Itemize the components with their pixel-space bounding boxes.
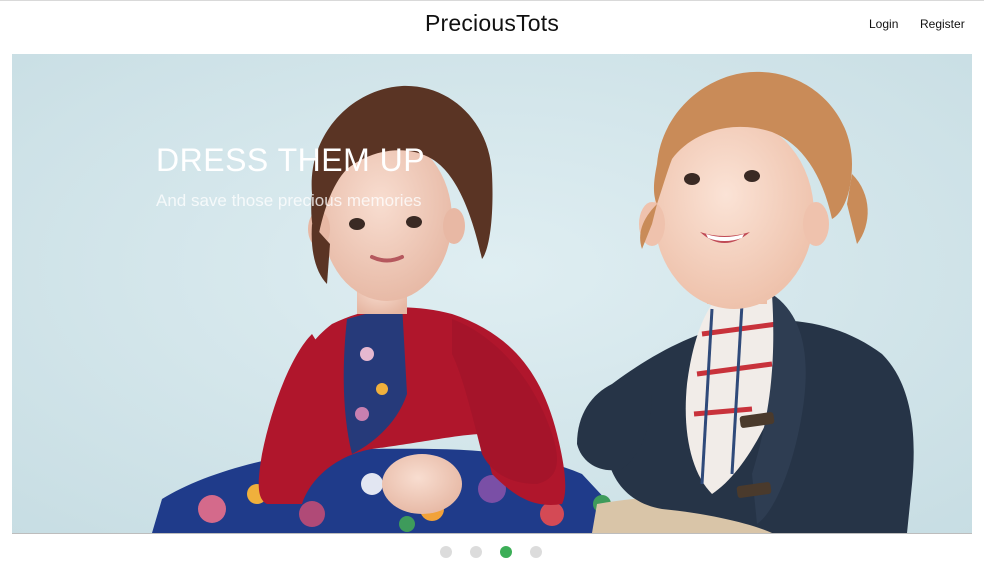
carousel-dot-3-active[interactable] (500, 546, 512, 558)
hero-photo-illustration (12, 54, 972, 533)
carousel-dot-1[interactable] (440, 546, 452, 558)
hero-bottom-divider (12, 533, 972, 534)
carousel-dot-2[interactable] (470, 546, 482, 558)
login-link[interactable]: Login (869, 17, 898, 31)
hero-banner: DRESS THEM UP And save those precious me… (12, 54, 972, 533)
hero-subtitle: And save those precious memories (156, 191, 422, 210)
hero-title: DRESS THEM UP (156, 142, 426, 178)
site-header: PreciousTots Login Register (0, 1, 984, 54)
register-link[interactable]: Register (920, 17, 965, 31)
carousel-pagination (440, 546, 550, 560)
page: PreciousTots Login Register DRESS THEM U… (0, 0, 984, 582)
brand-logo[interactable]: PreciousTots (0, 10, 984, 37)
carousel-dot-4[interactable] (530, 546, 542, 558)
